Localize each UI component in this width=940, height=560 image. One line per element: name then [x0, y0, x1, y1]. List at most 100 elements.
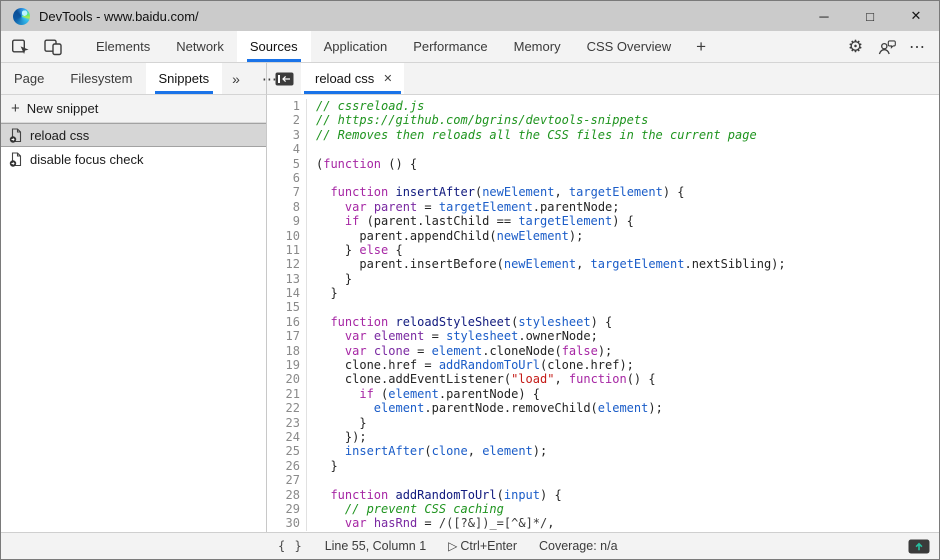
code-text[interactable]: // https://github.com/bgrins/devtools-sn… [307, 113, 648, 127]
snippet-item-reload-css[interactable]: reload css [1, 123, 266, 147]
code-text[interactable]: // cssreload.js [307, 99, 424, 113]
code-text[interactable]: } [307, 459, 338, 473]
line-number[interactable]: 23 [267, 416, 307, 430]
code-text[interactable]: (function () { [307, 157, 417, 171]
code-text[interactable]: insertAfter(clone, element); [307, 444, 547, 458]
code-text[interactable]: // prevent CSS caching [307, 502, 504, 516]
line-number[interactable]: 2 [267, 113, 307, 127]
line-number[interactable]: 10 [267, 229, 307, 243]
line-number[interactable]: 13 [267, 272, 307, 286]
code-text[interactable] [307, 473, 316, 487]
code-text[interactable]: if (parent.lastChild == targetElement) { [307, 214, 634, 228]
more-options-icon[interactable]: ⋯ [902, 37, 933, 57]
navigator-tab-filesystem[interactable]: Filesystem [57, 63, 145, 94]
tab-close-icon[interactable]: ✕ [383, 72, 392, 85]
code-token: = [417, 200, 439, 214]
code-text[interactable]: function insertAfter(newElement, targetE… [307, 185, 685, 199]
toolbar-tab-application[interactable]: Application [311, 31, 401, 62]
toolbar-tab-network[interactable]: Network [163, 31, 237, 62]
line-number[interactable]: 29 [267, 502, 307, 516]
line-number[interactable]: 22 [267, 401, 307, 415]
collapse-navigator-icon[interactable] [267, 63, 301, 94]
line-number[interactable]: 14 [267, 286, 307, 300]
code-line: 30 var hasRnd = /([?&])_=[^&]*/, [267, 516, 939, 530]
line-number[interactable]: 11 [267, 243, 307, 257]
toolbar-tab-sources[interactable]: Sources [237, 31, 311, 62]
code-text[interactable]: } [307, 272, 352, 286]
line-number[interactable]: 28 [267, 488, 307, 502]
snippet-item-disable-focus-check[interactable]: disable focus check [1, 147, 266, 171]
navigator-tab-snippets[interactable]: Snippets [146, 63, 223, 94]
toolbar-tab-performance[interactable]: Performance [400, 31, 500, 62]
inspect-element-icon[interactable] [5, 31, 37, 62]
code-text[interactable] [307, 300, 316, 314]
code-text[interactable]: }); [307, 430, 367, 444]
line-number[interactable]: 9 [267, 214, 307, 228]
pretty-print-button[interactable]: { } [278, 539, 303, 553]
code-text[interactable]: clone.href = addRandomToUrl(clone.href); [307, 358, 634, 372]
settings-gear-icon[interactable]: ⚙ [840, 37, 871, 57]
code-text[interactable]: var parent = targetElement.parentNode; [307, 200, 620, 214]
code-text[interactable] [307, 171, 316, 185]
code-token: var [345, 344, 367, 358]
more-tabs-chevron-icon[interactable]: » [222, 71, 250, 87]
toolbar-tab-css-overview[interactable]: CSS Overview [574, 31, 685, 62]
code-line: 14 } [267, 286, 939, 300]
toolbar-tab-elements[interactable]: Elements [83, 31, 163, 62]
line-number[interactable]: 4 [267, 142, 307, 156]
line-number[interactable]: 20 [267, 372, 307, 386]
feedback-icon[interactable] [871, 38, 902, 55]
toolbar-tab-memory[interactable]: Memory [501, 31, 574, 62]
line-number[interactable]: 7 [267, 185, 307, 199]
code-text[interactable]: var element = stylesheet.ownerNode; [307, 329, 598, 343]
add-panel-button[interactable]: + [684, 31, 718, 62]
editor-tab-reload-css[interactable]: reload css ✕ [301, 63, 404, 94]
code-text[interactable]: var clone = element.cloneNode(false); [307, 344, 612, 358]
code-text[interactable]: } [307, 416, 367, 430]
code-text[interactable]: clone.addEventListener("load", function(… [307, 372, 656, 386]
device-toolbar-icon[interactable] [37, 31, 69, 62]
line-number[interactable]: 18 [267, 344, 307, 358]
console-drawer-toggle-icon[interactable] [908, 539, 939, 554]
minimize-button[interactable]: ─ [801, 1, 847, 31]
code-text[interactable] [307, 142, 316, 156]
line-number[interactable]: 8 [267, 200, 307, 214]
line-number[interactable]: 19 [267, 358, 307, 372]
close-button[interactable]: ✕ [893, 1, 939, 31]
code-text[interactable]: parent.appendChild(newElement); [307, 229, 583, 243]
line-number[interactable]: 12 [267, 257, 307, 271]
line-number[interactable]: 1 [267, 99, 307, 113]
line-number[interactable]: 6 [267, 171, 307, 185]
code-text[interactable]: element.parentNode.removeChild(element); [307, 401, 663, 415]
code-editor[interactable]: 1// cssreload.js2// https://github.com/b… [267, 95, 939, 532]
line-number[interactable]: 24 [267, 430, 307, 444]
line-number[interactable]: 15 [267, 300, 307, 314]
line-number[interactable]: 16 [267, 315, 307, 329]
line-number[interactable]: 25 [267, 444, 307, 458]
code-token: .parentNode) { [439, 387, 540, 401]
maximize-button[interactable]: □ [847, 1, 893, 31]
code-line: 26 } [267, 459, 939, 473]
navigator-tab-page[interactable]: Page [1, 63, 57, 94]
code-text[interactable]: function reloadStyleSheet(stylesheet) { [307, 315, 612, 329]
line-number[interactable]: 3 [267, 128, 307, 142]
line-number[interactable]: 30 [267, 516, 307, 530]
code-text[interactable]: } else { [307, 243, 403, 257]
code-text[interactable]: } [307, 286, 338, 300]
code-text[interactable]: var hasRnd = /([?&])_=[^&]*/, [307, 516, 554, 530]
code-text[interactable]: if (element.parentNode) { [307, 387, 540, 401]
line-number[interactable]: 5 [267, 157, 307, 171]
code-text[interactable]: parent.insertBefore(newElement, targetEl… [307, 257, 786, 271]
code-token [316, 444, 345, 458]
line-number[interactable]: 27 [267, 473, 307, 487]
code-text[interactable]: function addRandomToUrl(input) { [307, 488, 562, 502]
code-text[interactable]: // Removes then reloads all the CSS file… [307, 128, 757, 142]
line-number[interactable]: 17 [267, 329, 307, 343]
code-token: targetElement [439, 200, 533, 214]
new-snippet-button[interactable]: + New snippet [1, 95, 266, 123]
code-token: // prevent CSS caching [345, 502, 504, 516]
line-number[interactable]: 26 [267, 459, 307, 473]
code-token: var [345, 516, 367, 530]
line-number[interactable]: 21 [267, 387, 307, 401]
code-line: 25 insertAfter(clone, element); [267, 444, 939, 458]
